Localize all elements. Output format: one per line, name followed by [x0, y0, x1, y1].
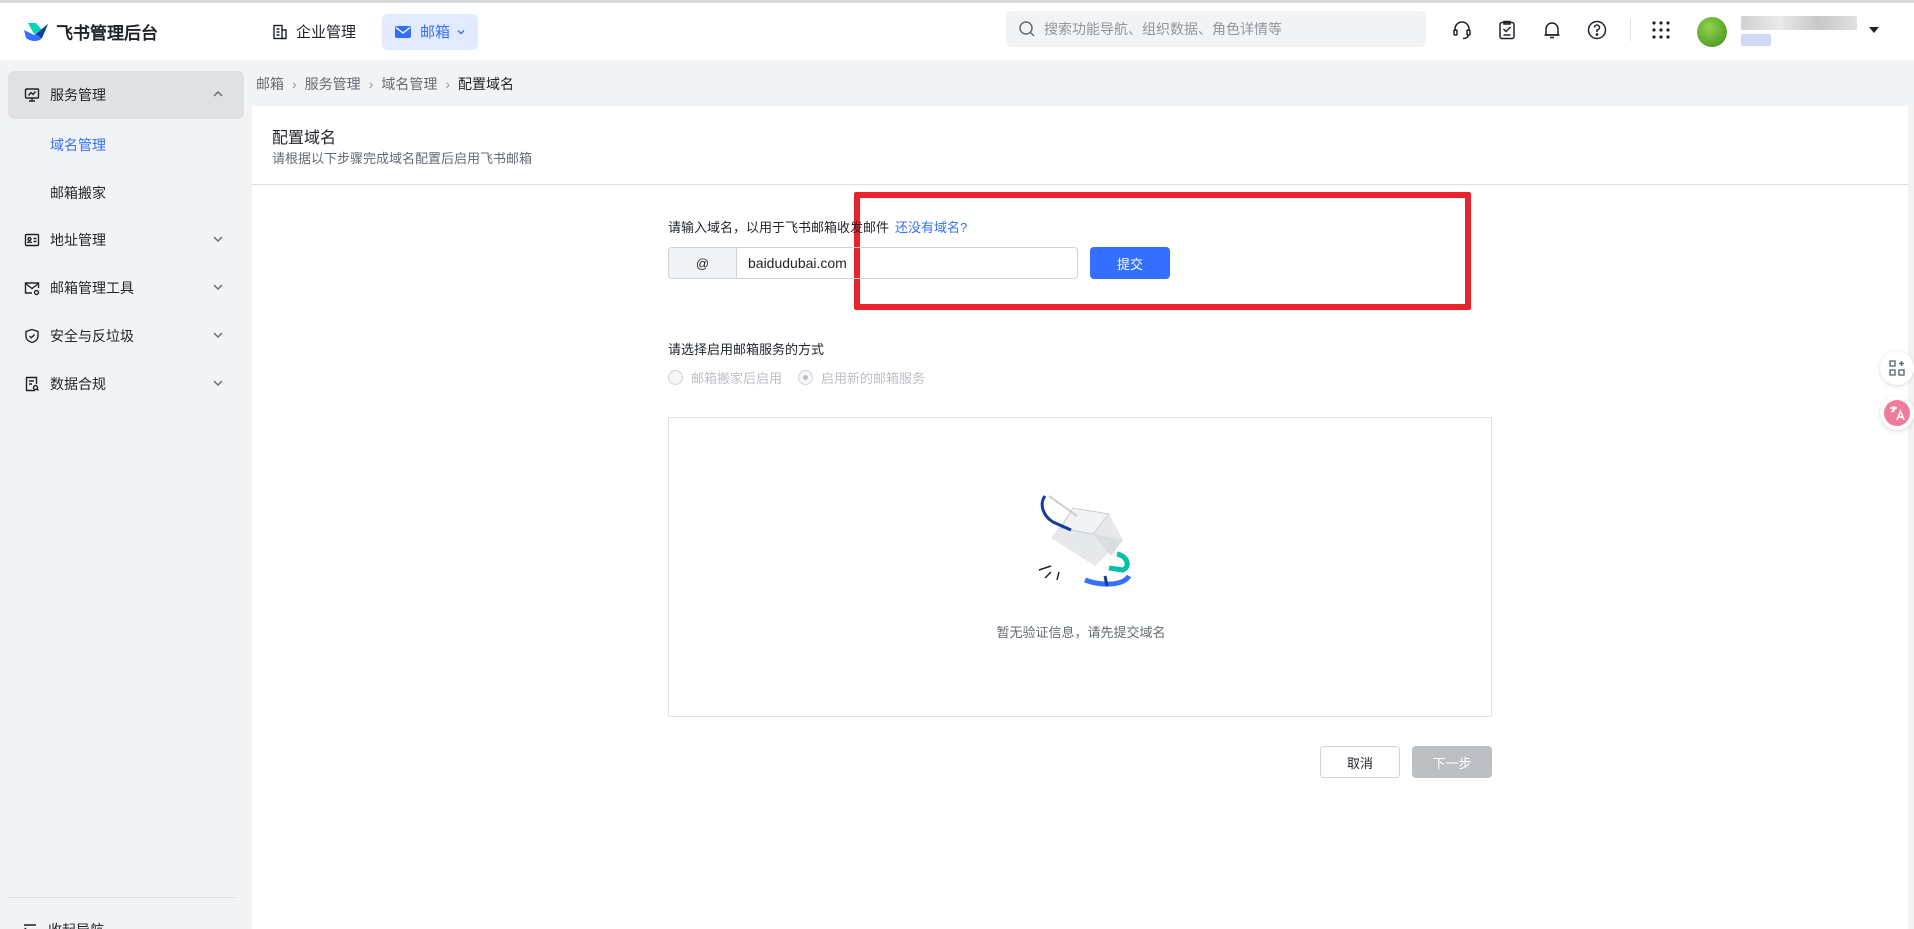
breadcrumb-item-mail[interactable]: 邮箱	[256, 74, 284, 94]
chevron-down-icon	[213, 284, 223, 290]
method-radio-group: 邮箱搬家后启用 启用新的邮箱服务	[668, 368, 941, 387]
toolbar-divider	[1630, 19, 1631, 41]
search-icon	[1019, 21, 1035, 37]
app-logo[interactable]: 飞书管理后台	[22, 19, 260, 44]
chevron-up-icon	[213, 91, 223, 97]
collapse-nav-label: 收起导航	[48, 920, 104, 929]
sidebar-subitem-mailbox-migration[interactable]: 邮箱搬家	[50, 183, 106, 203]
translate-button[interactable]	[1880, 396, 1914, 430]
no-domain-link[interactable]: 还没有域名?	[895, 220, 967, 235]
sidebar-item-mail-tools[interactable]: 邮箱管理工具	[8, 264, 244, 312]
domain-input[interactable]: baidudubai.com	[737, 248, 1077, 278]
main-panel: 配置域名 请根据以下步骤完成域名配置后启用飞书邮箱 请输入域名，以用于飞书邮箱收…	[252, 106, 1908, 929]
verification-info-box: 暂无验证信息，请先提交域名	[668, 417, 1492, 717]
nav-mail[interactable]: 邮箱	[382, 13, 479, 50]
page-title: 配置域名	[272, 130, 337, 147]
feishu-logo-icon	[24, 22, 48, 41]
sidebar-item-label: 安全与反垃圾	[50, 328, 134, 344]
empty-state-text: 暂无验证信息，请先提交域名	[996, 625, 1166, 640]
chevron-down-icon[interactable]	[1868, 25, 1880, 35]
chevron-down-icon	[213, 236, 223, 242]
breadcrumb-separator: ›	[292, 76, 297, 92]
nav-mail-label: 邮箱	[420, 24, 451, 41]
headset-icon[interactable]	[1450, 18, 1474, 42]
bell-icon[interactable]	[1540, 18, 1564, 42]
breadcrumb-item-current: 配置域名	[458, 76, 515, 92]
chevron-down-icon	[213, 332, 223, 338]
submit-button[interactable]: 提交	[1090, 247, 1170, 279]
avatar[interactable]	[1697, 17, 1727, 47]
radio-new-service-label: 启用新的邮箱服务	[821, 371, 926, 386]
mail-icon	[395, 25, 412, 38]
document-data-icon	[25, 376, 39, 392]
at-prefix: @	[669, 248, 737, 278]
radio-migrate-label: 邮箱搬家后启用	[691, 371, 783, 386]
user-name-redacted	[1741, 16, 1857, 30]
domain-prompt: 请输入域名，以用于飞书邮箱收发邮件 还没有域名?	[668, 217, 967, 236]
chevron-down-icon	[457, 29, 465, 34]
app-title: 飞书管理后台	[56, 24, 158, 43]
radio-migrate[interactable]	[668, 370, 683, 385]
cancel-button[interactable]: 取消	[1320, 746, 1400, 778]
empty-state-illustration	[1038, 495, 1132, 587]
shield-icon	[25, 328, 39, 344]
sidebar-item-label: 地址管理	[50, 232, 106, 248]
sidebar-item-address-mgmt[interactable]: 地址管理	[8, 216, 244, 264]
sidebar: 服务管理 域名管理 邮箱搬家 地址管理 邮箱管理工具 安全与反垃圾 数据合规 收…	[0, 60, 252, 929]
global-search-input[interactable]: 搜索功能导航、组织数据、角色详情等	[1006, 11, 1426, 47]
clipboard-icon[interactable]	[1495, 18, 1519, 42]
help-icon[interactable]	[1585, 18, 1609, 42]
user-tenant-redacted	[1741, 34, 1771, 46]
breadcrumb-item-service[interactable]: 服务管理	[305, 74, 361, 94]
next-step-button[interactable]: 下一步	[1412, 746, 1492, 778]
sidebar-item-label: 邮箱管理工具	[50, 280, 134, 296]
sidebar-item-service-mgmt[interactable]: 服务管理	[8, 71, 244, 119]
breadcrumb-separator: ›	[445, 76, 451, 92]
sidebar-item-compliance[interactable]: 数据合规	[8, 360, 244, 408]
app-directory-button[interactable]	[1880, 351, 1914, 385]
breadcrumb-separator: ›	[368, 76, 374, 92]
top-toolbar	[1450, 18, 1694, 42]
nav-enterprise-label: 企业管理	[296, 24, 357, 41]
translate-icon	[1884, 400, 1910, 426]
monitor-icon	[24, 88, 40, 102]
sidebar-item-security[interactable]: 安全与反垃圾	[8, 312, 244, 360]
app-directory-icon	[1889, 360, 1905, 376]
contact-card-icon	[24, 233, 40, 247]
collapse-nav-button[interactable]: 收起导航	[22, 920, 104, 929]
apps-grid-icon[interactable]	[1649, 18, 1673, 42]
page-subtitle: 请根据以下步骤完成域名配置后启用飞书邮箱	[272, 151, 533, 166]
building-icon	[273, 24, 287, 39]
search-placeholder: 搜索功能导航、组织数据、角色详情等	[1044, 21, 1282, 37]
sidebar-item-label: 服务管理	[50, 87, 106, 103]
breadcrumb-item-domain[interactable]: 域名管理	[381, 74, 437, 94]
chevron-down-icon	[213, 380, 223, 386]
domain-input-group: @ baidudubai.com	[668, 247, 1078, 279]
radio-new-service[interactable]	[798, 370, 814, 385]
sidebar-divider	[8, 897, 236, 898]
sidebar-subitem-domain-mgmt[interactable]: 域名管理	[50, 135, 106, 155]
nav-enterprise[interactable]: 企业管理	[260, 14, 368, 50]
breadcrumb: 邮箱 › 服务管理 › 域名管理 › 配置域名	[256, 74, 514, 94]
header-divider	[252, 184, 1908, 185]
collapse-nav-icon	[24, 924, 36, 929]
mail-settings-icon	[24, 282, 40, 296]
method-label: 请选择启用邮箱服务的方式	[668, 342, 825, 357]
domain-prompt-text: 请输入域名，以用于飞书邮箱收发邮件	[668, 220, 890, 235]
sidebar-item-label: 数据合规	[50, 376, 106, 392]
